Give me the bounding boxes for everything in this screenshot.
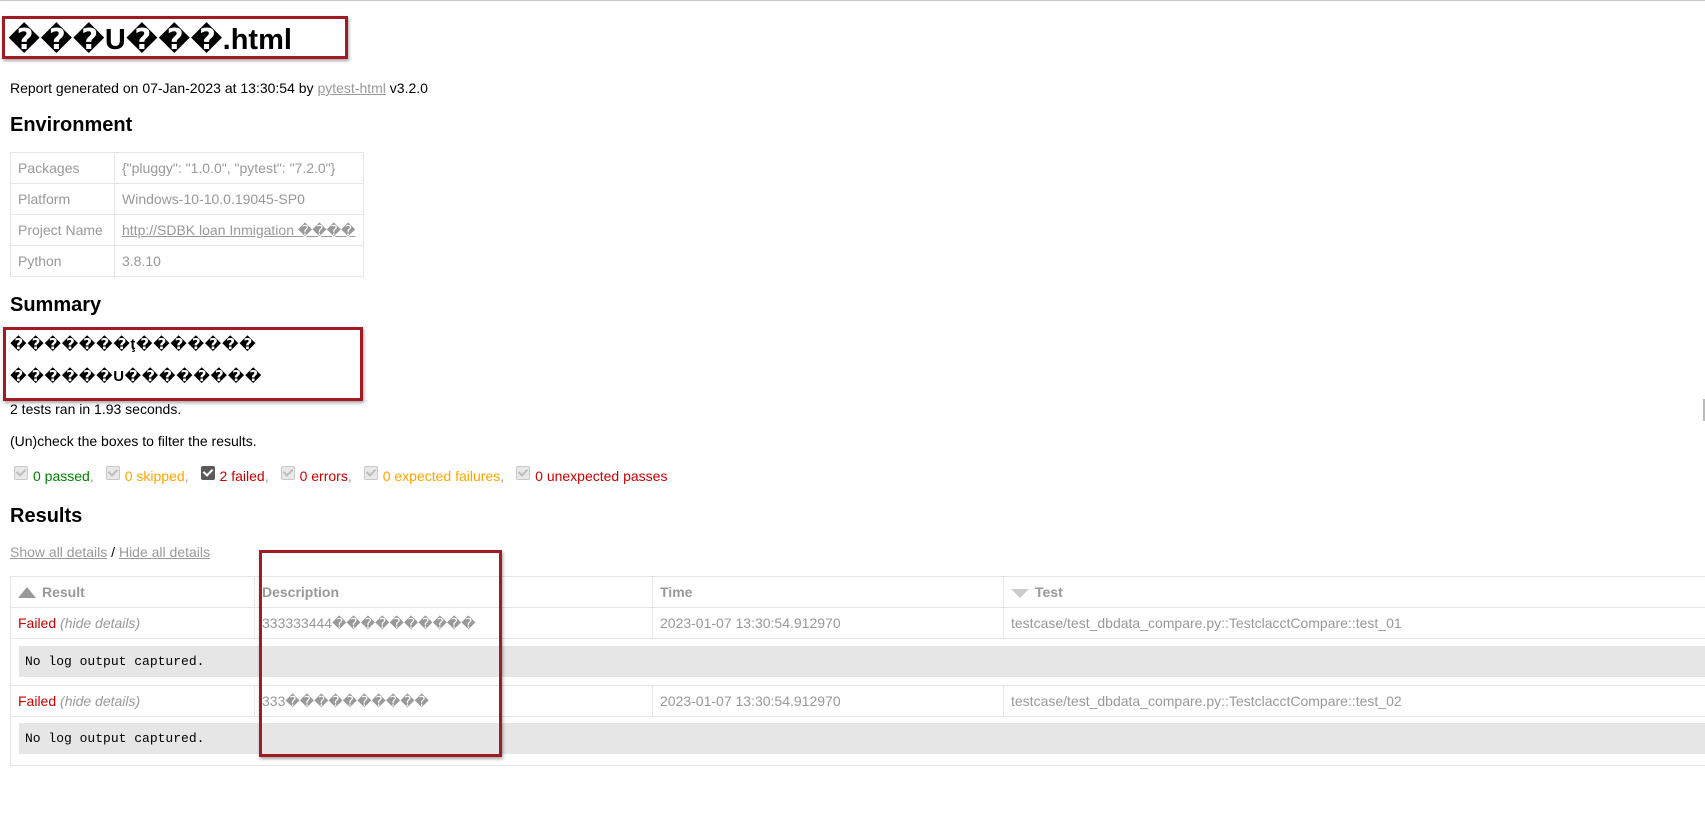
env-value: 3.8.10 xyxy=(114,245,364,277)
time-cell: 2023-01-07 13:30:54.912970 xyxy=(653,608,1004,638)
test-cell: testcase/test_dbdata_compare.py::Testcla… xyxy=(1011,693,1402,709)
filter-hint: (Un)check the boxes to filter the result… xyxy=(10,433,257,449)
passed-checkbox[interactable] xyxy=(14,466,28,480)
project-name-link[interactable]: http://SDBK loan Inmigation ���� xyxy=(122,222,355,238)
show-all-details-link[interactable]: Show all details xyxy=(10,544,107,560)
report-meta-prefix: Report generated on 07-Jan-2023 at 13:30… xyxy=(10,80,318,96)
table-row: Failed (hide details) 333333444���������… xyxy=(11,608,1705,639)
sort-inactive-icon xyxy=(1011,589,1029,598)
log-output: No log output captured. xyxy=(25,731,205,746)
failed-count: 2 failed xyxy=(219,468,265,484)
env-row-packages: Packages {"pluggy": "1.0.0", "pytest": "… xyxy=(10,152,364,184)
tests-ran-text: 2 tests ran in 1.93 seconds. xyxy=(10,401,182,417)
sort-asc-icon xyxy=(18,587,36,598)
hide-details-toggle[interactable]: (hide details) xyxy=(60,615,140,631)
pytest-html-link[interactable]: pytest-html xyxy=(317,80,385,96)
env-row-project-name: Project Name http://SDBK loan Inmigation… xyxy=(10,214,364,246)
time-cell: 2023-01-07 13:30:54.912970 xyxy=(653,686,1004,716)
result-status: Failed xyxy=(18,693,57,709)
column-header-test[interactable]: Test xyxy=(1004,577,1705,607)
separator: , xyxy=(500,468,505,484)
env-key: Python xyxy=(10,245,115,277)
separator: , xyxy=(264,468,269,484)
results-table: Result Description Time Test Failed (hid… xyxy=(10,576,1705,766)
errors-count: 0 errors xyxy=(299,468,348,484)
column-label: Test xyxy=(1035,584,1063,600)
summary-heading: Summary xyxy=(10,294,102,316)
details-links: Show all details / Hide all details xyxy=(10,544,210,560)
log-output: No log output captured. xyxy=(25,654,205,669)
result-cell: Failed (hide details) xyxy=(11,686,255,716)
xfailed-checkbox[interactable] xyxy=(363,466,378,480)
env-key: Platform xyxy=(10,183,115,215)
skipped-count: 0 skipped xyxy=(124,468,185,484)
column-header-time[interactable]: Time xyxy=(653,577,1004,607)
separator: , xyxy=(347,468,352,484)
log-output-row: No log output captured. xyxy=(19,646,1705,677)
links-separator: / xyxy=(107,544,119,560)
environment-heading: Environment xyxy=(10,114,133,136)
env-key: Project Name xyxy=(10,214,115,246)
description-cell: 333���������� xyxy=(255,686,653,716)
errors-checkbox[interactable] xyxy=(280,466,295,480)
column-header-result[interactable]: Result xyxy=(11,577,255,607)
env-value: {"pluggy": "1.0.0", "pytest": "7.2.0"} xyxy=(114,152,364,184)
passed-count: 0 passed xyxy=(33,468,90,484)
hide-details-toggle[interactable]: (hide details) xyxy=(60,693,140,709)
separator: , xyxy=(89,468,94,484)
column-label: Result xyxy=(42,584,85,600)
xpassed-checkbox[interactable] xyxy=(516,466,531,480)
xpassed-count: 0 unexpected passes xyxy=(535,468,668,484)
report-meta-suffix: v3.2.0 xyxy=(385,80,428,96)
env-value: http://SDBK loan Inmigation ���� xyxy=(114,214,364,246)
separator: , xyxy=(184,468,189,484)
skipped-checkbox[interactable] xyxy=(105,466,120,480)
top-border xyxy=(0,0,1705,1)
results-table-header: Result Description Time Test xyxy=(11,577,1705,608)
table-row: Failed (hide details) 333���������� 2023… xyxy=(11,685,1705,717)
failed-checkbox[interactable] xyxy=(200,466,215,480)
test-cell: testcase/test_dbdata_compare.py::Testcla… xyxy=(1011,615,1402,631)
env-value: Windows-10-10.0.19045-SP0 xyxy=(114,183,364,215)
result-filters: 0 passed, 0 skipped, 2 failed, 0 errors,… xyxy=(14,466,668,484)
xfailed-count: 0 expected failures xyxy=(382,468,501,484)
log-output-row: No log output captured. xyxy=(19,723,1705,754)
description-cell: 333333444���������� xyxy=(255,608,653,638)
summary-garbled-line-1: �������ţ������� xyxy=(10,336,257,353)
env-key: Packages xyxy=(10,152,115,184)
environment-table: Packages {"pluggy": "1.0.0", "pytest": "… xyxy=(10,152,364,277)
env-row-platform: Platform Windows-10-10.0.19045-SP0 xyxy=(10,183,364,215)
results-heading: Results xyxy=(10,505,83,527)
env-row-python: Python 3.8.10 xyxy=(10,245,364,277)
result-status: Failed xyxy=(18,615,57,631)
report-meta: Report generated on 07-Jan-2023 at 13:30… xyxy=(10,80,428,96)
column-header-description[interactable]: Description xyxy=(255,577,653,607)
hide-all-details-link[interactable]: Hide all details xyxy=(119,544,210,560)
summary-garbled-line-2: ������U�������� xyxy=(10,368,263,385)
page-title: ���U���.html xyxy=(8,24,292,56)
result-cell: Failed (hide details) xyxy=(11,608,255,638)
